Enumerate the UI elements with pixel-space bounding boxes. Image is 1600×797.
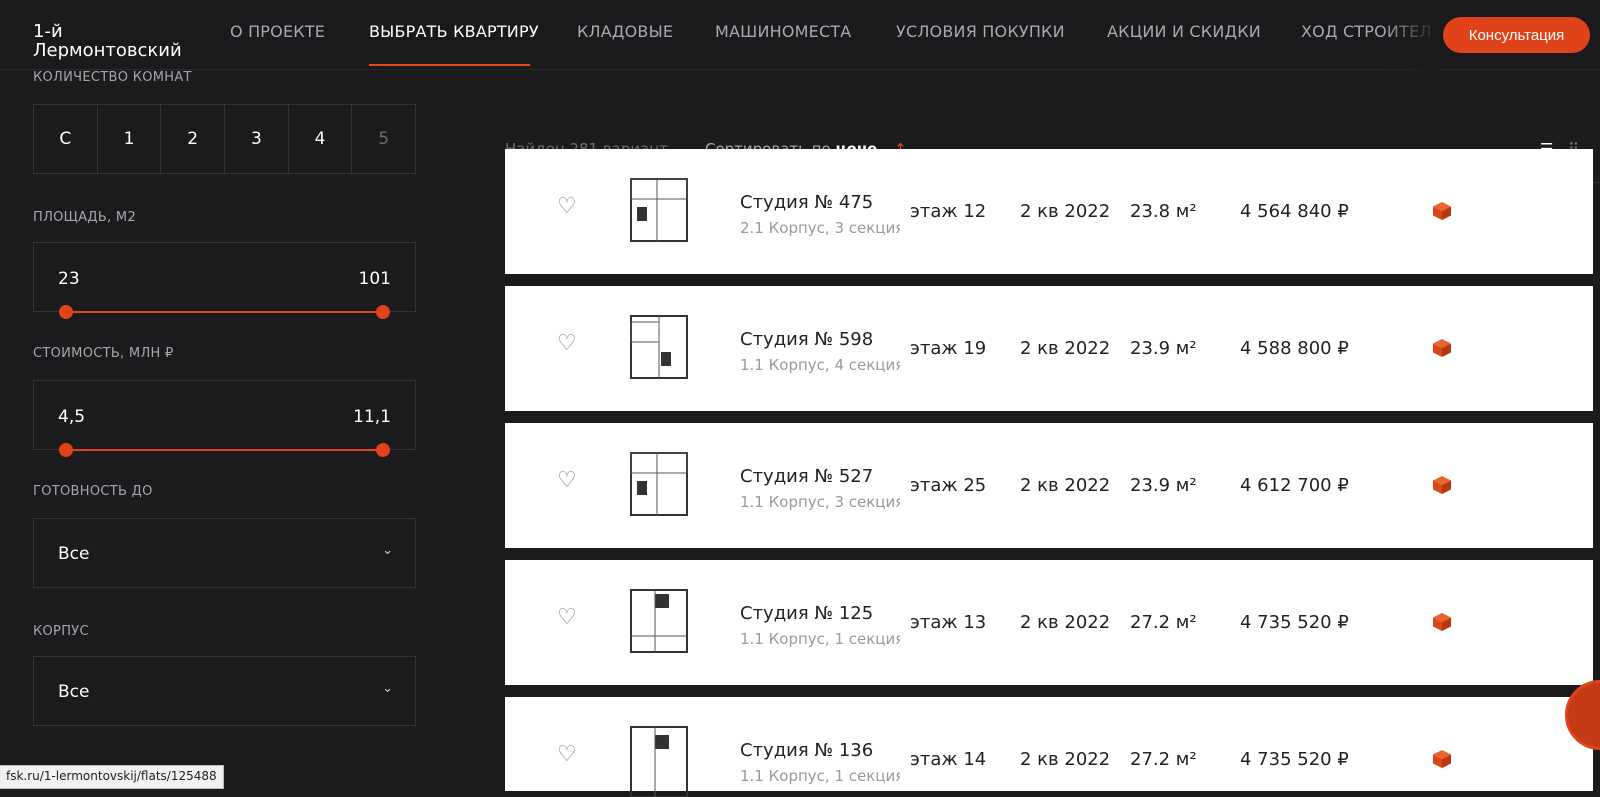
flat-price: 4 735 520 ₽ — [1240, 749, 1349, 770]
heart-icon[interactable]: ♡ — [557, 607, 579, 629]
flat-area: 23.9 м² — [1130, 338, 1197, 359]
area-range-track[interactable] — [66, 311, 383, 313]
nav-item-about[interactable]: О ПРОЕКТЕ — [230, 22, 325, 41]
price-range-track[interactable] — [66, 449, 383, 451]
3d-cube-icon[interactable] — [1432, 475, 1452, 495]
flat-title: Студия № 136 — [740, 740, 874, 761]
active-nav-underline — [369, 64, 530, 66]
site-logo[interactable]: 1-й Лермонтовский — [33, 22, 182, 60]
flat-location: 1.1 Корпус, 1 секция, — [740, 767, 900, 785]
top-header: 1-й Лермонтовский О ПРОЕКТЕ ВЫБРАТЬ КВАР… — [0, 0, 1600, 70]
heart-icon[interactable]: ♡ — [557, 470, 579, 492]
room-option-studio[interactable]: С — [34, 105, 98, 173]
room-option-2[interactable]: 2 — [161, 105, 226, 173]
price-min-value: 4,5 — [58, 407, 86, 427]
flat-floor: этаж 19 — [910, 338, 987, 359]
flat-area: 27.2 м² — [1130, 749, 1197, 770]
3d-cube-icon[interactable] — [1432, 749, 1452, 769]
room-option-4[interactable]: 4 — [289, 105, 353, 173]
floor-plan-thumbnail — [630, 589, 688, 653]
flat-location: 1.1 Корпус, 3 секция, — [740, 493, 900, 511]
nav-item-storage[interactable]: КЛАДОВЫЕ — [577, 22, 673, 41]
nav-item-parking[interactable]: МАШИНОМЕСТА — [715, 22, 851, 41]
room-option-5[interactable]: 5 — [352, 105, 415, 173]
3d-cube-icon[interactable] — [1432, 338, 1452, 358]
flat-completion-date: 2 кв 2022 — [1020, 201, 1111, 222]
floor-plan-thumbnail — [630, 726, 688, 797]
ready-select[interactable]: Все ⌄ — [33, 518, 416, 588]
flat-floor: этаж 13 — [910, 612, 987, 633]
flat-area: 27.2 м² — [1130, 612, 1197, 633]
flat-completion-date: 2 кв 2022 — [1020, 612, 1111, 633]
flat-title: Студия № 475 — [740, 192, 874, 213]
consultation-button[interactable]: Консультация — [1443, 17, 1590, 53]
heart-icon[interactable]: ♡ — [557, 744, 579, 766]
flat-floor: этаж 14 — [910, 749, 987, 770]
room-option-3[interactable]: 3 — [225, 105, 289, 173]
flat-completion-date: 2 кв 2022 — [1020, 338, 1111, 359]
flat-completion-date: 2 кв 2022 — [1020, 749, 1111, 770]
flat-row[interactable]: ♡ Студия № 527 1.1 Корпус, 3 секция, эта… — [505, 423, 1593, 548]
building-select-value: Все — [58, 682, 90, 702]
flat-title: Студия № 598 — [740, 329, 874, 350]
flat-floor: этаж 12 — [910, 201, 987, 222]
logo-line-2: Лермонтовский — [33, 40, 182, 61]
flat-price: 4 588 800 ₽ — [1240, 338, 1349, 359]
flat-area: 23.9 м² — [1130, 475, 1197, 496]
logo-line-1: 1-й — [33, 21, 63, 42]
flat-completion-date: 2 кв 2022 — [1020, 475, 1111, 496]
flat-row[interactable]: ♡ Студия № 475 2.1 Корпус, 3 секция, эта… — [505, 149, 1593, 274]
price-max-handle[interactable] — [376, 443, 390, 457]
price-min-handle[interactable] — [59, 443, 73, 457]
price-range: 4,5 11,1 — [33, 380, 416, 457]
area-label: ПЛОЩАДЬ, М2 — [33, 210, 137, 225]
price-max-value: 11,1 — [353, 407, 391, 427]
floor-plan-thumbnail — [630, 178, 688, 242]
nav-item-choose-flat[interactable]: ВЫБРАТЬ КВАРТИРУ — [369, 22, 539, 41]
area-max-handle[interactable] — [376, 305, 390, 319]
building-select[interactable]: Все ⌄ — [33, 656, 416, 726]
flat-location: 2.1 Корпус, 3 секция, — [740, 219, 900, 237]
chevron-down-icon: ⌄ — [382, 543, 393, 558]
3d-cube-icon[interactable] — [1432, 201, 1452, 221]
filters-sidebar: КОЛИЧЕСТВО КОМНАТ С 1 2 3 4 5 ПЛОЩАДЬ, М… — [0, 70, 450, 791]
flat-title: Студия № 125 — [740, 603, 874, 624]
flat-price: 4 735 520 ₽ — [1240, 612, 1349, 633]
flat-price: 4 612 700 ₽ — [1240, 475, 1349, 496]
3d-cube-icon[interactable] — [1432, 612, 1452, 632]
heart-icon[interactable]: ♡ — [557, 333, 579, 355]
flat-row[interactable]: ♡ Студия № 598 1.1 Корпус, 4 секция, эта… — [505, 286, 1593, 411]
flat-location: 1.1 Корпус, 4 секция, — [740, 356, 900, 374]
flat-row[interactable]: ♡ Студия № 125 1.1 Корпус, 1 секция, эта… — [505, 560, 1593, 685]
floor-plan-thumbnail — [630, 452, 688, 516]
room-option-1[interactable]: 1 — [98, 105, 162, 173]
flat-title: Студия № 527 — [740, 466, 874, 487]
floor-plan-thumbnail — [630, 315, 688, 379]
flat-area: 23.8 м² — [1130, 201, 1197, 222]
nav-item-purchase-terms[interactable]: УСЛОВИЯ ПОКУПКИ — [896, 22, 1065, 41]
flat-price: 4 564 840 ₽ — [1240, 201, 1349, 222]
nav-fade — [1380, 0, 1440, 70]
price-label: СТОИМОСТЬ, МЛН ₽ — [33, 346, 174, 361]
rooms-label: КОЛИЧЕСТВО КОМНАТ — [33, 70, 192, 85]
browser-status-url: fsk.ru/1-lermontovskij/flats/125488 — [0, 765, 224, 789]
flat-floor: этаж 25 — [910, 475, 987, 496]
area-min-handle[interactable] — [59, 305, 73, 319]
building-label: КОРПУС — [33, 624, 89, 639]
ready-select-value: Все — [58, 544, 90, 564]
flat-row[interactable]: ♡ Студия № 136 1.1 Корпус, 1 секция, эта… — [505, 697, 1593, 797]
rooms-selector: С 1 2 3 4 5 — [33, 104, 416, 174]
ready-label: ГОТОВНОСТЬ ДО — [33, 484, 153, 499]
heart-icon[interactable]: ♡ — [557, 196, 579, 218]
nav-item-promotions[interactable]: АКЦИИ И СКИДКИ — [1107, 22, 1261, 41]
flat-location: 1.1 Корпус, 1 секция, — [740, 630, 900, 648]
area-range: 23 101 — [33, 242, 416, 319]
area-max-value: 101 — [358, 269, 391, 289]
area-min-value: 23 — [58, 269, 80, 289]
chevron-down-icon: ⌄ — [382, 681, 393, 696]
